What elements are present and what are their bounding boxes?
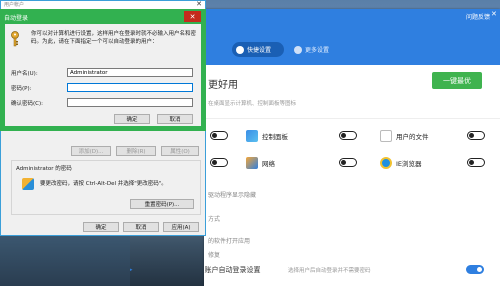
key-icon — [11, 31, 19, 47]
close-icon[interactable]: ✕ — [491, 10, 497, 18]
ok-button[interactable]: 确定 — [114, 114, 150, 124]
reset-password-button[interactable]: 重置密码(P)... — [130, 199, 194, 209]
optimize-button[interactable]: 一键最优 — [432, 72, 482, 89]
setting-row: 方式 — [208, 215, 221, 223]
toggle-auto-login[interactable] — [466, 265, 484, 274]
optimizer-window: 问题反馈 ✕ 快捷设置 更多设置 更好用 在桌面显示计算机、控制面板等图标 一键… — [130, 9, 500, 286]
feedback-link[interactable]: 问题反馈 — [466, 12, 490, 21]
item-network: 网络 — [246, 154, 275, 172]
optimizer-header: 问题反馈 ✕ 快捷设置 更多设置 — [204, 9, 500, 65]
password-instructions: 要更改密码，请按 Ctrl-Alt-Del 并选择"更改密码"。 — [40, 181, 167, 187]
username-label: 用户名(U): — [11, 71, 38, 77]
confirm-password-field[interactable] — [67, 98, 193, 107]
toggle-network[interactable] — [339, 158, 357, 167]
item-ie: IE浏览器 — [380, 154, 422, 172]
password-group: Administrator 的密码 要更改密码，请按 Ctrl-Alt-Del … — [11, 160, 201, 215]
dialog-title: 自动登录 — [4, 15, 29, 22]
confirm-password-label: 确认密码(C): — [11, 101, 43, 107]
user-folder-icon — [380, 130, 392, 142]
tab-quick-settings[interactable]: 快捷设置 — [232, 42, 284, 57]
cancel-button[interactable]: 取消 — [123, 222, 159, 232]
section-subtitle: 在桌面显示计算机、控制面板等图标 — [208, 101, 297, 107]
toggle-ie[interactable] — [467, 158, 485, 167]
network-icon — [246, 157, 258, 169]
remove-button[interactable]: 删除(R) — [116, 146, 156, 156]
properties-button[interactable]: 属性(O) — [161, 146, 199, 156]
keyboard-icon — [22, 178, 34, 190]
add-button[interactable]: 添加(D)... — [71, 146, 111, 156]
control-panel-icon — [246, 130, 258, 142]
auto-logon-dialog: 自动登录 ✕ 你可以对计算机进行设置，这样用户在登录时就不必输入用户名和密码。为… — [0, 9, 206, 131]
item-user-files: 用户的文件 — [380, 127, 429, 145]
password-label: 密码(P): — [11, 86, 32, 92]
auto-logon-body: 你可以对计算机进行设置，这样用户在登录时就不必输入用户名和密码。为此，请在下面指… — [5, 24, 201, 126]
toggle-recycle[interactable] — [210, 158, 228, 167]
close-icon[interactable]: ✕ — [184, 11, 201, 22]
toggle-computer[interactable] — [210, 131, 228, 140]
section-title: 更好用 — [208, 80, 238, 91]
tab-more-settings[interactable]: 更多设置 — [294, 42, 329, 57]
item-control-panel: 控制面板 — [246, 127, 288, 145]
setting-row: 驱动程序显示隐藏 — [208, 191, 257, 199]
gear-icon — [236, 45, 244, 54]
cancel-button[interactable]: 取消 — [157, 114, 193, 124]
close-icon[interactable]: ✕ — [196, 0, 202, 8]
ok-button[interactable]: 确定 — [83, 222, 119, 232]
apply-button[interactable]: 应用(A) — [163, 222, 199, 232]
description-text: 你可以对计算机进行设置，这样用户在登录时就不必输入用户名和密码。为此，请在下面指… — [31, 31, 197, 45]
auto-login-row: ▸ 账户自动登录设置 选择用户后自动登录并不需要密码 — [130, 266, 371, 274]
toggle-user-files[interactable] — [467, 131, 485, 140]
ie-browser-icon — [380, 157, 392, 169]
password-field[interactable] — [67, 83, 193, 92]
toggle-control-panel[interactable] — [339, 131, 357, 140]
username-field[interactable] — [67, 68, 193, 77]
grid-icon — [294, 45, 302, 54]
chevron-right-icon: ▸ — [130, 267, 133, 273]
divider — [204, 118, 500, 119]
